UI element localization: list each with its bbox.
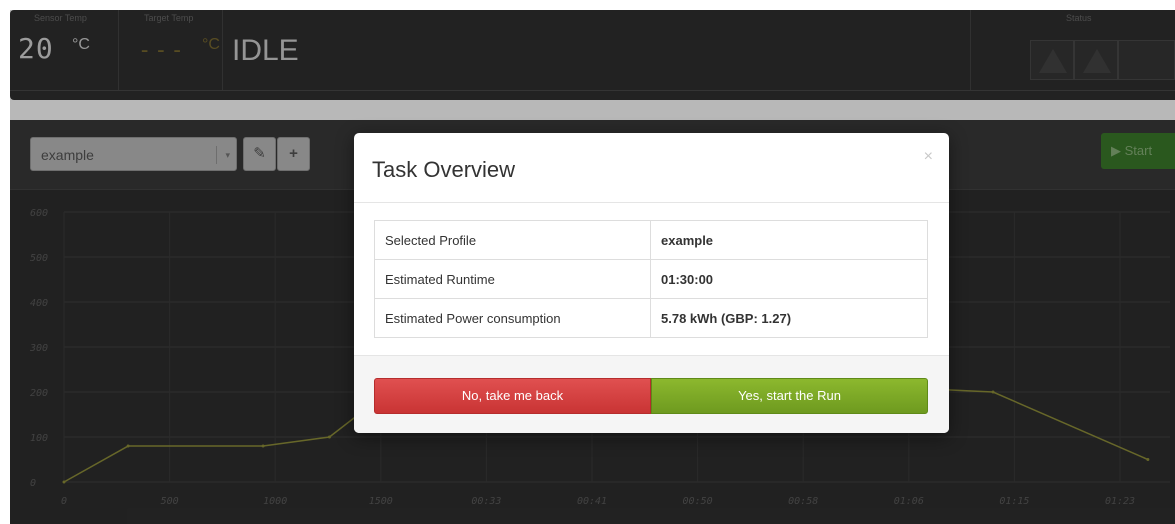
table-row: Selected Profile example [374,220,928,260]
modal-title: Task Overview [372,157,516,182]
modal-body: Selected Profile example Estimated Runti… [354,203,949,355]
row-value: 5.78 kWh (GBP: 1.27) [650,298,928,338]
row-key: Estimated Runtime [374,259,651,299]
close-icon[interactable]: × [924,149,933,165]
page: Sensor Temp Target Temp Status 20 °C ---… [0,0,1175,524]
overview-table: Selected Profile example Estimated Runti… [374,220,928,338]
row-key: Selected Profile [374,220,651,260]
row-value: example [650,220,928,260]
confirm-start-button[interactable]: Yes, start the Run [651,378,928,414]
row-key: Estimated Power consumption [374,298,651,338]
row-value: 01:30:00 [650,259,928,299]
modal-header: Task Overview × [354,133,949,203]
table-row: Estimated Power consumption 5.78 kWh (GB… [374,298,928,338]
task-overview-modal: Task Overview × Selected Profile example… [354,133,949,433]
modal-footer: No, take me back Yes, start the Run [354,355,949,433]
cancel-button[interactable]: No, take me back [374,378,651,414]
table-row: Estimated Runtime 01:30:00 [374,259,928,299]
